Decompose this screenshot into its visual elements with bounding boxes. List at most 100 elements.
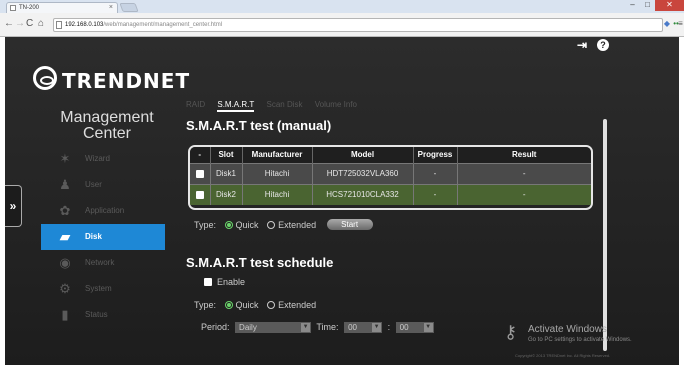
cell-progress: - [413,162,458,184]
address-bar: ← → C ⌂ 192.168.0.103/web/management/man… [0,13,684,37]
extended-radio[interactable] [267,300,276,309]
help-icon[interactable]: ? [597,39,609,51]
disk-checkbox[interactable] [195,169,204,178]
disk-checkbox[interactable] [195,191,204,200]
smart-manual-title: S.M.A.R.T test (manual) [186,118,332,133]
disk-table: - Slot Manufacturer Model Progress Resul… [190,147,591,205]
table-row[interactable]: Disk2 Hitachi HCS721010CLA332 - - [190,183,591,205]
content-scrollbar[interactable] [603,119,607,351]
tab-volume-info[interactable]: Volume Info [315,100,357,109]
browser-tab[interactable]: TN-200 × [6,2,118,13]
quick-radio[interactable] [224,300,233,309]
sidebar-item-label: Wizard [85,154,110,163]
smart-schedule-title: S.M.A.R.T test schedule [186,255,334,270]
period-select[interactable]: Daily ▼ [235,322,312,334]
minute-select[interactable]: 00 ▼ [395,322,434,334]
window-maximize-button[interactable]: □ [640,0,655,11]
disk-tabs: RAID S.M.A.R.T Scan Disk Volume Info [186,100,367,112]
start-button[interactable]: Start [326,219,373,231]
row-checkbox-cell [190,162,211,184]
sidebar-item-label: System [85,284,112,293]
column-header-result: Result [457,147,591,163]
schedule-enable-row: Enable [204,277,245,287]
tab-smart[interactable]: S.M.A.R.T [217,100,255,112]
schedule-period-row: Period: Daily ▼ Time: 00 ▼ : 00 ▼ [201,322,437,334]
cell-manufacturer: Hitachi [242,183,313,205]
wand-icon: ✶ [59,151,71,166]
forward-icon[interactable]: → [15,18,25,30]
time-separator: : [387,322,391,332]
new-tab-button[interactable] [119,3,139,12]
tab-raid[interactable]: RAID [186,100,205,109]
management-title-line2: Center [82,125,132,142]
window-minimize-button[interactable]: – [625,0,640,11]
logo-text: TRENDNET [62,69,191,93]
column-header-model: Model [312,147,414,163]
enable-checkbox[interactable] [204,277,212,286]
hour-select[interactable]: 00 ▼ [344,322,383,334]
period-value: Daily [239,323,257,333]
sidebar-item-label: User [85,180,102,189]
sidebar-item-application[interactable]: ✿ Application [41,198,165,224]
type-label: Type: [194,300,217,310]
url-host: 192.168.0.103 [65,22,104,28]
extended-label: Extended [278,300,317,310]
cell-progress: - [413,183,458,205]
sidebar-item-label: Network [85,258,115,267]
key-icon: ⚷ [504,322,518,342]
cell-model: HCS721010CLA332 [312,183,414,205]
enable-label: Enable [217,277,246,287]
reload-icon[interactable]: C [26,18,33,30]
sidebar-item-status[interactable]: ▮ Status [41,302,165,328]
column-header-manufacturer: Manufacturer [242,147,313,163]
management-page: TRENDNET ⇥ ? Management Center ✶ Wizard … [5,37,679,365]
quick-label: Quick [235,220,259,230]
quick-label: Quick [235,300,259,310]
sidebar-item-user[interactable]: ♟ User [41,172,165,198]
sidebar-item-disk[interactable]: ▰ Disk [41,224,165,250]
sidebar-expand-toggle[interactable]: » [5,185,22,227]
url-input[interactable]: 192.168.0.103/web/management/management_… [53,18,663,32]
sidebar-item-network[interactable]: ◉ Network [41,250,165,276]
sidebar: ✶ Wizard ♟ User ✿ Application ▰ Disk ◉ N… [41,146,165,328]
page-icon [56,21,62,29]
home-icon[interactable]: ⌂ [38,18,44,30]
tab-scan-disk[interactable]: Scan Disk [266,100,302,109]
schedule-type-row: Type: Quick Extended [194,300,316,310]
page-favicon-icon [10,5,16,11]
tab-title: TN-200 [19,5,40,11]
logout-icon[interactable]: ⇥ [577,38,591,52]
extended-label: Extended [278,220,317,230]
disk-table-panel: - Slot Manufacturer Model Progress Resul… [188,145,593,210]
url-path: /web/management/management_center.html [103,22,223,28]
period-label: Period: [201,322,230,332]
sidebar-item-label: Disk [85,232,102,241]
quick-radio[interactable] [224,220,233,229]
time-label: Time: [316,322,339,332]
watermark-title: Activate Windows [528,324,607,335]
cell-manufacturer: Hitachi [242,162,313,184]
table-header-row: - Slot Manufacturer Model Progress Resul… [190,147,591,163]
chevron-down-icon: ▼ [372,323,382,333]
status-icon: ▮ [61,307,69,322]
copyright-text: Copyright© 2013 TRENDnet Inc. All Rights… [515,353,611,358]
chevron-down-icon: ▼ [301,323,311,333]
window-close-button[interactable]: ✕ [655,0,684,11]
watermark-subtitle: Go to PC settings to activate Windows. [528,337,632,343]
chevron-down-icon: ▼ [423,323,433,333]
cell-result: - [457,162,591,184]
manual-type-row: Type: Quick Extended Start [194,219,373,231]
menu-icon[interactable]: ≡ [677,19,684,29]
back-icon[interactable]: ← [4,18,14,30]
cell-result: - [457,183,591,205]
column-header-slot: Slot [210,147,243,163]
user-icon: ♟ [59,177,71,192]
cell-slot: Disk1 [210,162,243,184]
extended-radio[interactable] [267,220,276,229]
sidebar-item-system[interactable]: ⚙ System [41,276,165,302]
table-row[interactable]: Disk1 Hitachi HDT725032VLA360 - - [190,162,591,184]
sidebar-item-label: Application [85,206,125,215]
sidebar-item-wizard[interactable]: ✶ Wizard [41,146,165,172]
tab-close-icon[interactable]: × [109,4,113,11]
column-header-select: - [190,147,211,163]
